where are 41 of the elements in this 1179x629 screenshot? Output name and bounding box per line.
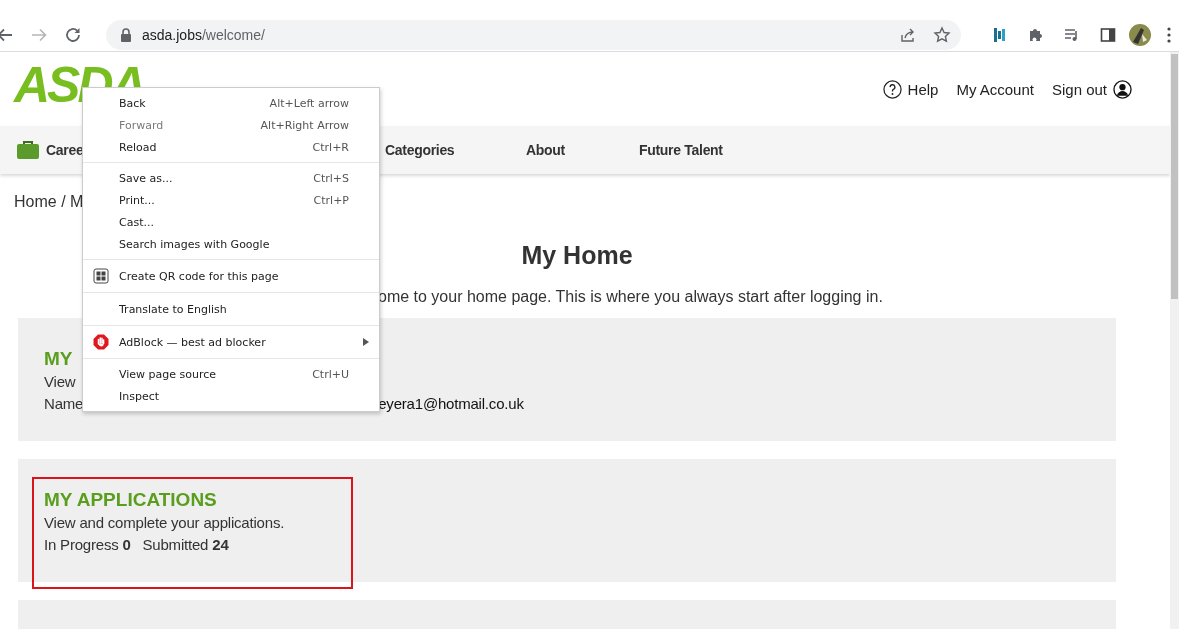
- menu-item[interactable]: Print... Ctrl+P: [83, 189, 379, 211]
- nav-link[interactable]: Future Talent: [639, 142, 723, 158]
- card-heading: MY APPLICATIONS: [44, 488, 217, 512]
- menu-item[interactable]: AdBlock — best ad blocker: [83, 331, 379, 353]
- qr-code-icon: [93, 268, 109, 284]
- card-text: View: [44, 372, 76, 392]
- menu-item[interactable]: Cast...: [83, 211, 379, 233]
- card-text: View and complete your applications.: [44, 513, 285, 533]
- user-icon: [1113, 79, 1132, 99]
- nav-link[interactable]: Caree: [16, 140, 84, 160]
- menu-item[interactable]: Save as... Ctrl+S: [83, 167, 379, 189]
- menu-item[interactable]: Search images with Google: [83, 233, 379, 255]
- menu-item[interactable]: Create QR code for this page: [83, 265, 379, 287]
- menu-item[interactable]: Inspect: [83, 385, 379, 407]
- scrollbar[interactable]: [1170, 52, 1179, 629]
- url-path: /welcome/: [201, 26, 265, 43]
- header-link[interactable]: Sign out: [1051, 79, 1132, 99]
- card-heading: MY: [44, 347, 73, 371]
- side-panel-icon[interactable]: [1099, 25, 1117, 44]
- breadcrumb: Home / M: [14, 193, 84, 211]
- menu-item[interactable]: View page source Ctrl+U: [83, 363, 379, 385]
- stop-hand-icon: [93, 334, 109, 350]
- star-icon[interactable]: [933, 25, 951, 44]
- card-text: In Progress 0 Submitted 24: [44, 535, 229, 555]
- card-text: Name: [44, 394, 84, 414]
- card-text: eyera1@hotmail.co.uk: [378, 394, 524, 414]
- address-bar[interactable]: asda.jobs/welcome/: [106, 19, 961, 50]
- nav-link[interactable]: Categories: [385, 142, 455, 158]
- briefcase-icon: [16, 140, 40, 160]
- avatar[interactable]: [1129, 23, 1151, 46]
- menu-item[interactable]: Translate to English: [83, 298, 379, 320]
- header-link[interactable]: Help: [882, 79, 939, 99]
- menu-item[interactable]: Reload Ctrl+R: [83, 136, 379, 158]
- page-title: My Home: [521, 241, 633, 270]
- more-menu-icon[interactable]: [1167, 26, 1171, 43]
- lock-icon: [120, 27, 132, 42]
- nav-link[interactable]: About: [526, 142, 565, 158]
- url-host: asda.jobs: [142, 26, 202, 43]
- header-link[interactable]: My Account: [956, 80, 1034, 98]
- reload-icon[interactable]: [64, 25, 82, 44]
- help-icon: [882, 79, 902, 99]
